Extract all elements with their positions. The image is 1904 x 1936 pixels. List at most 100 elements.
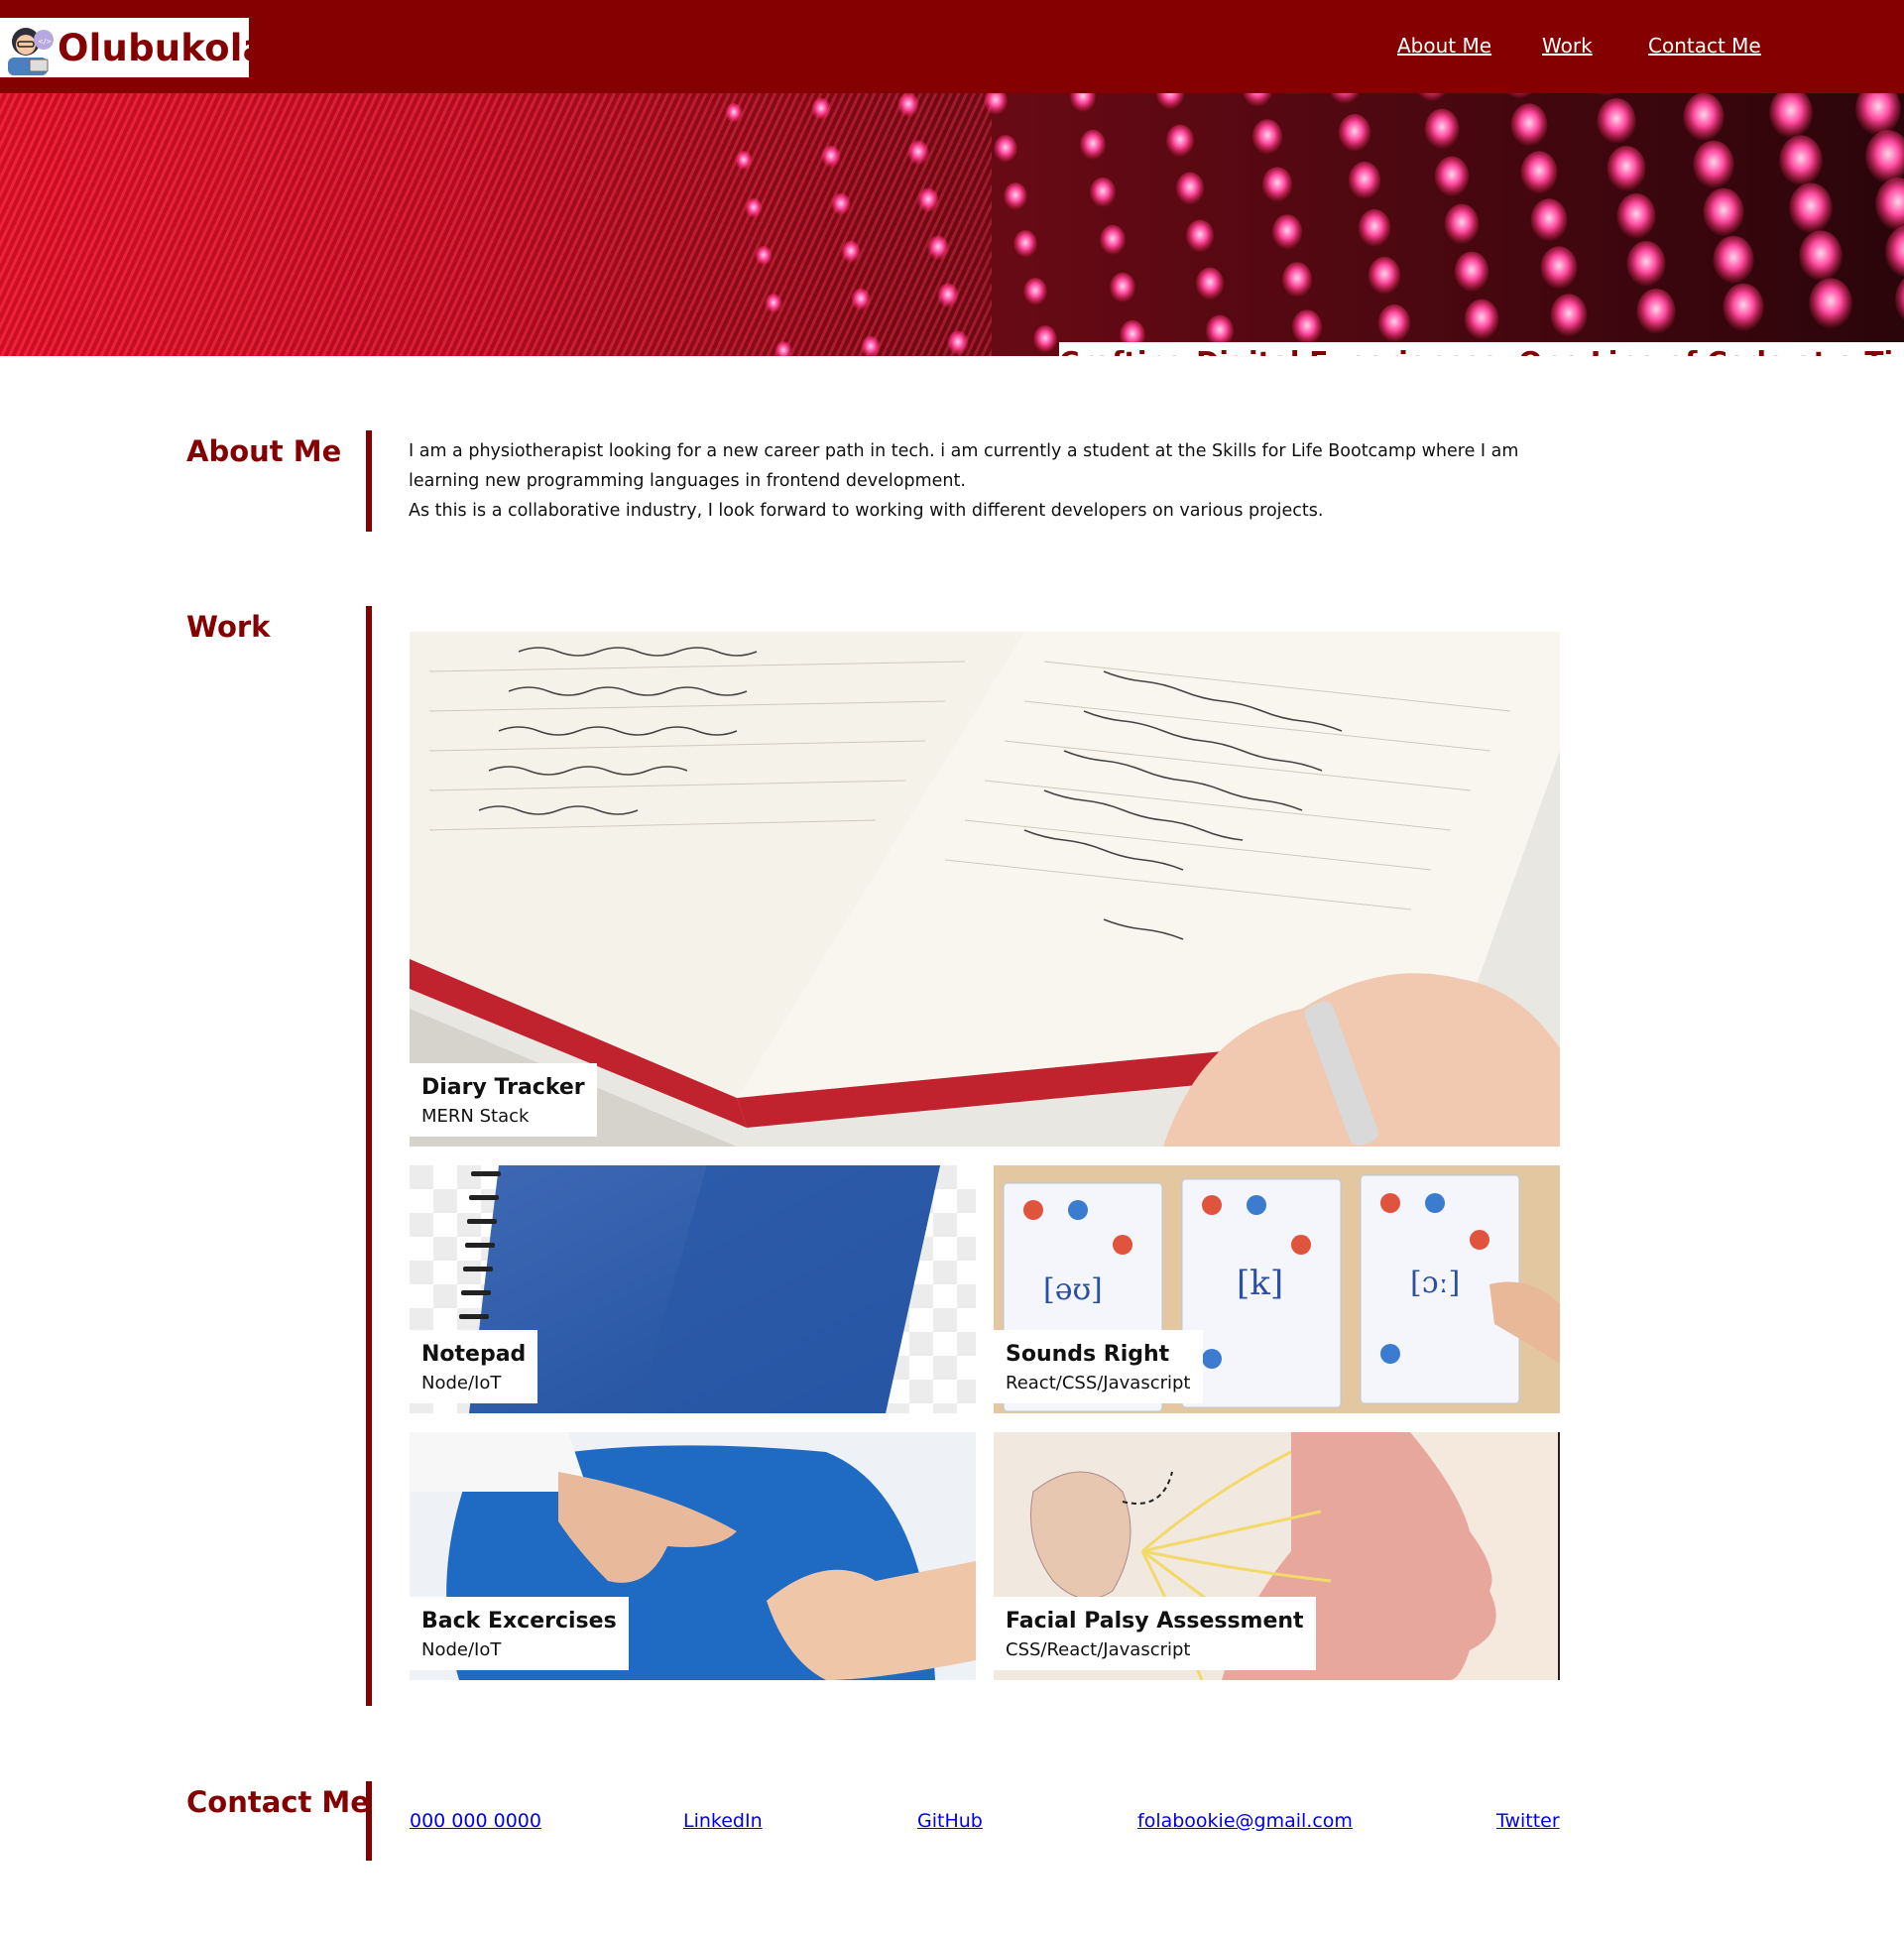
hero-led-dot (745, 198, 763, 218)
hero-led-dot (1110, 272, 1135, 303)
hero-led-dot (1243, 93, 1272, 107)
hero-led-dot (1530, 198, 1568, 242)
about-text: I am a physiotherapist looking for a new… (409, 436, 1569, 526)
contact-github-link[interactable]: GitHub (917, 1810, 983, 1832)
hero-led-dot (1377, 303, 1411, 343)
main-nav: About Me Work Contact Me (0, 34, 1904, 63)
hero-led-dot (1597, 93, 1616, 96)
hero-banner: Crafting Digital Experiences, One Line o… (0, 93, 1904, 356)
project-card-facial-palsy[interactable]: Facial Palsy Assessment CSS/React/Javasc… (994, 1432, 1560, 1680)
contact-twitter-link[interactable]: Twitter (1496, 1810, 1560, 1832)
hero-led-dot (1865, 130, 1904, 183)
project-label: Diary Tracker MERN Stack (410, 1063, 597, 1137)
hero-led-dot (1506, 93, 1532, 99)
hero-led-dot (1281, 262, 1313, 298)
hero-led-dot (821, 145, 841, 169)
hero-led-dot (1550, 294, 1588, 337)
hero-led-dot (851, 288, 871, 311)
project-title: Back Excercises (421, 1609, 617, 1634)
project-stack: React/CSS/Javascript (1006, 1373, 1191, 1393)
hero-led-dot (774, 341, 792, 356)
hero-led-dot (994, 135, 1017, 163)
hero-led-dot (1683, 93, 1725, 142)
contact-email-link[interactable]: folabookie@gmail.com (1137, 1810, 1353, 1832)
hero-led-dot (1723, 283, 1764, 332)
hero-led-dot (1417, 93, 1447, 102)
project-title: Diary Tracker (421, 1075, 585, 1100)
hero-led-dot (1080, 129, 1106, 161)
about-paragraph-1: I am a physiotherapist looking for a new… (409, 441, 1519, 491)
hero-led-dot (1895, 278, 1904, 321)
hero-led-dot (1070, 93, 1096, 113)
work-divider (366, 606, 372, 1706)
project-stack: Node/IoT (421, 1639, 502, 1660)
hero-led-dot (1175, 172, 1205, 205)
hero-led-dot (937, 283, 959, 308)
hero-led-dot (725, 103, 743, 123)
about-divider (366, 430, 372, 532)
project-label: Sounds Right React/CSS/Javascript (994, 1330, 1203, 1403)
hero-led-dot (831, 192, 851, 216)
hero-led-dot (1348, 161, 1381, 200)
hero-led-dot (1261, 167, 1293, 202)
hero-led-dot (1013, 230, 1037, 258)
svg-text:[k]: [k] (1237, 1264, 1283, 1303)
hero-led-dots (725, 93, 1904, 356)
about-paragraph-2: As this is a collaborative industry, I l… (409, 501, 1324, 521)
hero-led-dot (1616, 193, 1656, 239)
project-label: Facial Palsy Assessment CSS/React/Javasc… (994, 1597, 1316, 1670)
nav-contact-me[interactable]: Contact Me (1648, 34, 1761, 58)
hero-led-dot (947, 330, 969, 356)
hero-led-dot (861, 335, 881, 356)
contact-linkedin-link[interactable]: LinkedIn (683, 1810, 763, 1832)
hero-led-dot (1185, 219, 1215, 253)
hero-led-dot (1855, 93, 1901, 136)
project-stack: CSS/React/Javascript (1006, 1639, 1191, 1660)
project-title: Facial Palsy Assessment (1006, 1609, 1304, 1634)
hero-led-dot (765, 294, 782, 313)
project-card-diary-tracker[interactable]: Diary Tracker MERN Stack (410, 632, 1560, 1147)
project-label: Notepad Node/IoT (410, 1330, 538, 1403)
hero-led-dot (1520, 151, 1558, 194)
hero-led-dot (1454, 251, 1489, 293)
hero-led-dot (1444, 203, 1480, 245)
svg-text:[əʊ]: [əʊ] (1043, 1272, 1103, 1307)
hero-led-dot (1693, 140, 1734, 189)
project-card-notepad[interactable]: Notepad Node/IoT (410, 1165, 976, 1413)
hero-led-dot (1100, 224, 1126, 256)
hero-led-dot (1434, 156, 1470, 197)
hero-led-dot (1271, 214, 1303, 250)
hero-led-dot (917, 187, 939, 213)
hero-led-dot (1090, 177, 1116, 208)
hero-led-dot (1875, 178, 1904, 231)
hero-led-dot (811, 97, 831, 121)
project-stack: MERN Stack (421, 1106, 530, 1127)
hero-led-dot (1779, 135, 1823, 186)
project-card-back-excercises[interactable]: Back Excercises Node/IoT (410, 1432, 976, 1680)
site-header: </> Olubukola About Me Work Contact Me (0, 0, 1904, 93)
hero-tagline: Crafting Digital Experiences, One Line o… (1059, 342, 1904, 356)
project-label: Back Excercises Node/IoT (410, 1597, 629, 1670)
project-stack: Node/IoT (421, 1373, 502, 1393)
hero-led-dot (1799, 230, 1843, 282)
hero-led-dot (841, 240, 861, 264)
hero-led-dot (1809, 278, 1852, 329)
hero-led-dot (1330, 93, 1360, 105)
hero-led-dot (1251, 119, 1283, 155)
hero-led-dot (897, 93, 919, 118)
project-title: Notepad (421, 1342, 527, 1367)
hero-led-dot (1165, 124, 1195, 158)
hero-led-dot (1789, 182, 1833, 234)
contact-phone-link[interactable]: 000 000 0000 (410, 1810, 541, 1832)
nav-about-me[interactable]: About Me (1397, 34, 1491, 58)
hero-led-dot (1424, 108, 1460, 150)
hero-led-dot (1004, 182, 1027, 210)
hero-led-dot (1155, 93, 1185, 110)
nav-work[interactable]: Work (1542, 34, 1593, 58)
hero-led-dot (1713, 235, 1754, 285)
hero-led-dot (1358, 208, 1391, 248)
hero-led-dot (1703, 187, 1744, 237)
hero-led-dot (1606, 146, 1646, 191)
hero-led-dot (755, 246, 773, 266)
project-card-sounds-right[interactable]: [əʊ] [k] [ɔː] Sounds Right React/CSS/Jav… (994, 1165, 1560, 1413)
